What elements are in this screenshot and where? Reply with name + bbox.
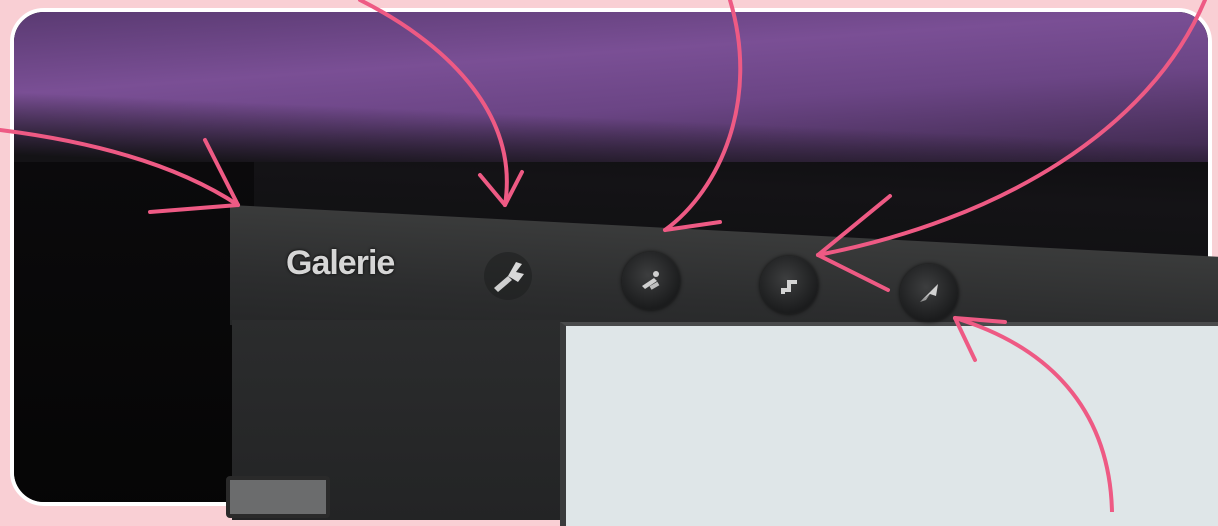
wrench-icon[interactable] xyxy=(482,250,534,302)
filter-icon[interactable] xyxy=(760,256,818,314)
left-dark-area xyxy=(14,162,254,502)
adjust-icon[interactable] xyxy=(622,252,680,310)
image-canvas xyxy=(560,322,1218,526)
share-icon[interactable] xyxy=(900,264,958,322)
gallery-button[interactable]: Galerie xyxy=(286,244,395,283)
